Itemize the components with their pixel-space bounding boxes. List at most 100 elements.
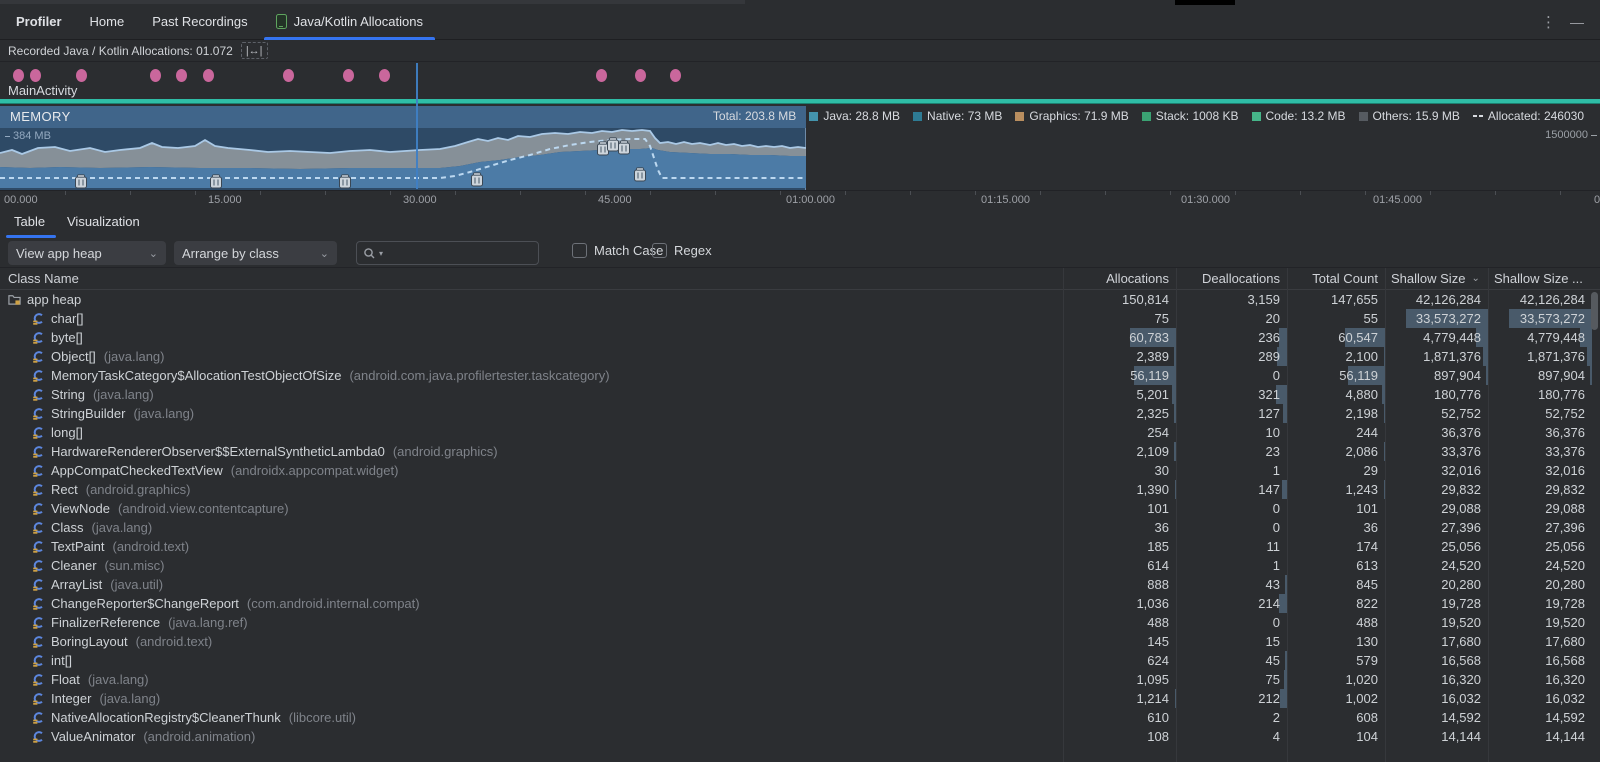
table-row[interactable]: byte[]60,78323660,5474,779,4484,779,448: [0, 328, 1600, 347]
table-row[interactable]: Rect(android.graphics)1,3901471,24329,83…: [0, 480, 1600, 499]
user-event-dot-icon[interactable]: [596, 69, 607, 82]
table-row[interactable]: FinalizerReference(java.lang.ref)4880488…: [0, 613, 1600, 632]
minimize-icon[interactable]: —: [1570, 14, 1584, 30]
search-field[interactable]: ▾: [356, 241, 539, 265]
user-event-dot-icon[interactable]: [635, 69, 646, 82]
col-header-class-name[interactable]: Class Name: [0, 268, 1063, 289]
tooltip-time-line[interactable]: [416, 63, 418, 189]
table-row[interactable]: String(java.lang)5,2013214,880180,776180…: [0, 385, 1600, 404]
class-name-cell[interactable]: ValueAnimator(android.animation): [0, 727, 1063, 746]
active-view-tab-underline: [6, 235, 56, 238]
class-name-cell[interactable]: StringBuilder(java.lang): [0, 404, 1063, 423]
heap-folder-icon: [8, 293, 21, 306]
checkbox-box[interactable]: [652, 243, 667, 258]
class-name-cell[interactable]: ChangeReporter$ChangeReport(com.android.…: [0, 594, 1063, 613]
cell-value: 45: [1266, 653, 1280, 668]
table-row[interactable]: HardwareRendererObserver$$ExternalSynthe…: [0, 442, 1600, 461]
class-icon: [32, 369, 45, 382]
user-event-dot-icon[interactable]: [379, 69, 390, 82]
class-name-cell[interactable]: AppCompatCheckedTextView(androidx.appcom…: [0, 461, 1063, 480]
class-name-cell[interactable]: Class(java.lang): [0, 518, 1063, 537]
cell-value: 488: [1356, 615, 1378, 630]
class-name-cell[interactable]: ArrayList(java.util): [0, 575, 1063, 594]
user-event-dot-icon[interactable]: [76, 69, 87, 82]
table-row[interactable]: ValueAnimator(android.animation)10841041…: [0, 727, 1600, 746]
tab-visualization[interactable]: Visualization: [67, 214, 140, 229]
col-header-total-count[interactable]: Total Count: [1287, 268, 1385, 289]
memory-legend: Total: 203.8 MBJava: 28.8 MBNative: 73 M…: [713, 109, 1584, 123]
col-header-allocations[interactable]: Allocations: [1063, 268, 1176, 289]
class-name-cell[interactable]: Cleaner(sun.misc): [0, 556, 1063, 575]
class-name-cell[interactable]: long[]: [0, 423, 1063, 442]
class-name-cell[interactable]: Object[](java.lang): [0, 347, 1063, 366]
user-event-dot-icon[interactable]: [13, 69, 24, 82]
table-row[interactable]: ArrayList(java.util)8884384520,28020,280: [0, 575, 1600, 594]
table-row[interactable]: Float(java.lang)1,095751,02016,32016,320: [0, 670, 1600, 689]
class-name-cell[interactable]: char[]: [0, 309, 1063, 328]
class-name-cell[interactable]: app heap: [0, 290, 1063, 309]
class-name-cell[interactable]: ViewNode(android.view.contentcapture): [0, 499, 1063, 518]
zoom-to-fit-button[interactable]: |↔|: [241, 42, 268, 59]
class-name-cell[interactable]: HardwareRendererObserver$$ExternalSynthe…: [0, 442, 1063, 461]
class-name-cell[interactable]: Float(java.lang): [0, 670, 1063, 689]
table-row[interactable]: Object[](java.lang)2,3892892,1001,871,37…: [0, 347, 1600, 366]
table-row[interactable]: long[]2541024436,37636,376: [0, 423, 1600, 442]
checkbox-box[interactable]: [572, 243, 587, 258]
tab-past-recordings[interactable]: Past Recordings: [138, 4, 261, 40]
col-header-shallow-size[interactable]: Shallow Size ⌄: [1385, 268, 1488, 289]
class-name-cell[interactable]: NativeAllocationRegistry$CleanerThunk(li…: [0, 708, 1063, 727]
more-options-icon[interactable]: ⋮: [1541, 13, 1556, 31]
class-name: Integer: [51, 691, 91, 706]
user-event-dot-icon[interactable]: [176, 69, 187, 82]
table-row[interactable]: char[]75205533,573,27233,573,272: [0, 309, 1600, 328]
arrange-select-dropdown[interactable]: Arrange by class ⌄: [174, 241, 337, 265]
tab-java-kotlin-allocations[interactable]: Java/Kotlin Allocations: [262, 4, 437, 40]
class-name-cell[interactable]: byte[]: [0, 328, 1063, 347]
class-name-cell[interactable]: Rect(android.graphics): [0, 480, 1063, 499]
class-name-cell[interactable]: TextPaint(android.text): [0, 537, 1063, 556]
class-name-cell[interactable]: BoringLayout(android.text): [0, 632, 1063, 651]
class-name-cell[interactable]: String(java.lang): [0, 385, 1063, 404]
table-row[interactable]: Cleaner(sun.misc)614161324,52024,520: [0, 556, 1600, 575]
table-row[interactable]: StringBuilder(java.lang)2,3251272,19852,…: [0, 404, 1600, 423]
table-row[interactable]: Class(java.lang)3603627,39627,396: [0, 518, 1600, 537]
col-header-deallocations[interactable]: Deallocations: [1176, 268, 1287, 289]
memory-chart-section[interactable]: MEMORY 384 MB 1500000 Total: 203.8 MBJav…: [0, 106, 1600, 190]
class-name-cell[interactable]: FinalizerReference(java.lang.ref): [0, 613, 1063, 632]
vertical-scrollbar-thumb[interactable]: [1591, 292, 1598, 330]
table-row[interactable]: AppCompatCheckedTextView(androidx.appcom…: [0, 461, 1600, 480]
regex-checkbox[interactable]: Regex: [652, 243, 712, 258]
table-row[interactable]: int[]6244557916,56816,568: [0, 651, 1600, 670]
table-row[interactable]: BoringLayout(android.text)1451513017,680…: [0, 632, 1600, 651]
match-case-checkbox[interactable]: Match Case: [572, 243, 663, 258]
class-name: byte[]: [51, 330, 83, 345]
table-row[interactable]: app heap150,8143,159147,65542,126,28442,…: [0, 290, 1600, 309]
table-row[interactable]: MemoryTaskCategory$AllocationTestObjectO…: [0, 366, 1600, 385]
search-history-caret-icon[interactable]: ▾: [379, 249, 383, 258]
cell-value: 23: [1266, 444, 1280, 459]
table-row[interactable]: NativeAllocationRegistry$CleanerThunk(li…: [0, 708, 1600, 727]
user-event-dot-icon[interactable]: [150, 69, 161, 82]
user-event-dot-icon[interactable]: [283, 69, 294, 82]
class-name-cell[interactable]: MemoryTaskCategory$AllocationTestObjectO…: [0, 366, 1063, 385]
tab-home[interactable]: Home: [76, 4, 139, 40]
col-header-shallow-size-2[interactable]: Shallow Size ...: [1488, 268, 1592, 289]
table-row[interactable]: TextPaint(android.text)1851117425,05625,…: [0, 537, 1600, 556]
class-icon: [32, 673, 45, 686]
search-input[interactable]: [386, 246, 506, 261]
class-name: Float: [51, 672, 80, 687]
value-cell: 52,752: [1385, 404, 1488, 423]
class-icon: [32, 559, 45, 572]
event-timeline[interactable]: MainActivity: [0, 62, 1600, 106]
user-event-dot-icon[interactable]: [343, 69, 354, 82]
table-row[interactable]: ViewNode(android.view.contentcapture)101…: [0, 499, 1600, 518]
heap-select-dropdown[interactable]: View app heap ⌄: [8, 241, 166, 265]
table-row[interactable]: ChangeReporter$ChangeReport(com.android.…: [0, 594, 1600, 613]
user-event-dot-icon[interactable]: [670, 69, 681, 82]
user-event-dot-icon[interactable]: [203, 69, 214, 82]
class-name-cell[interactable]: int[]: [0, 651, 1063, 670]
class-name-cell[interactable]: Integer(java.lang): [0, 689, 1063, 708]
table-row[interactable]: Integer(java.lang)1,2142121,00216,03216,…: [0, 689, 1600, 708]
tab-table[interactable]: Table: [14, 214, 45, 229]
user-event-dot-icon[interactable]: [30, 69, 41, 82]
